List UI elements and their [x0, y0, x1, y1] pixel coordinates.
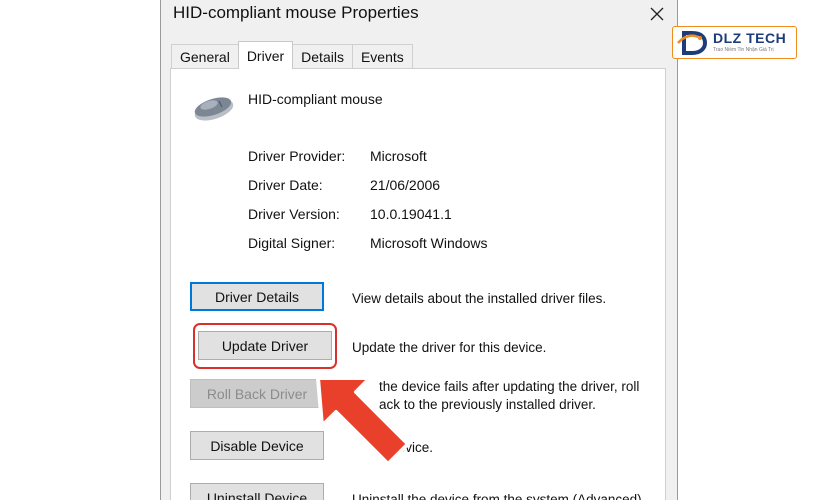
driver-provider-row: Driver Provider: Microsoft [248, 148, 628, 168]
driver-provider-label: Driver Provider: [248, 148, 346, 164]
pointer-arrow-icon [316, 376, 410, 466]
driver-version-label: Driver Version: [248, 206, 340, 222]
disable-device-description: e device. [379, 440, 434, 455]
close-icon [650, 7, 664, 21]
device-name: HID-compliant mouse [248, 91, 383, 107]
driver-provider-value: Microsoft [370, 148, 427, 164]
driver-date-value: 21/06/2006 [370, 177, 441, 193]
uninstall-device-description: Uninstall the device from the system (Ad… [352, 492, 646, 500]
tab-general[interactable]: General [171, 44, 239, 69]
driver-details-button[interactable]: Driver Details [190, 282, 324, 311]
driver-details-description: View details about the installed driver … [352, 291, 607, 306]
tab-driver[interactable]: Driver [237, 41, 294, 69]
logo-tagline: Trao Niềm Tin Nhận Giá Trị [713, 47, 774, 53]
mouse-icon [194, 97, 234, 121]
update-driver-description: Update the driver for this device. [352, 340, 547, 355]
roll-back-description-line2: ack to the previously installed driver. [379, 397, 596, 412]
digital-signer-value: Microsoft Windows [370, 235, 488, 251]
digital-signer-label: Digital Signer: [248, 235, 336, 251]
tab-bar: General Driver Details Events [171, 41, 413, 69]
driver-date-label: Driver Date: [248, 177, 323, 193]
driver-version-value: 10.0.19041.1 [370, 206, 452, 222]
uninstall-device-button[interactable]: Uninstall Device [190, 483, 324, 500]
tab-events[interactable]: Events [351, 44, 413, 69]
dlz-logo-mark-icon [677, 31, 708, 55]
update-driver-button[interactable]: Update Driver [198, 331, 332, 360]
driver-version-row: Driver Version: 10.0.19041.1 [248, 206, 628, 226]
roll-back-description-line1: the device fails after updating the driv… [379, 379, 640, 394]
digital-signer-row: Digital Signer: Microsoft Windows [248, 235, 628, 255]
close-button[interactable] [639, 0, 675, 28]
dlz-tech-logo: DLZ TECH Trao Niềm Tin Nhận Giá Trị [672, 26, 797, 59]
driver-date-row: Driver Date: 21/06/2006 [248, 177, 628, 197]
tab-details[interactable]: Details [292, 44, 353, 69]
logo-brand: DLZ TECH [713, 30, 787, 46]
window-title: HID-compliant mouse Properties [173, 3, 419, 22]
